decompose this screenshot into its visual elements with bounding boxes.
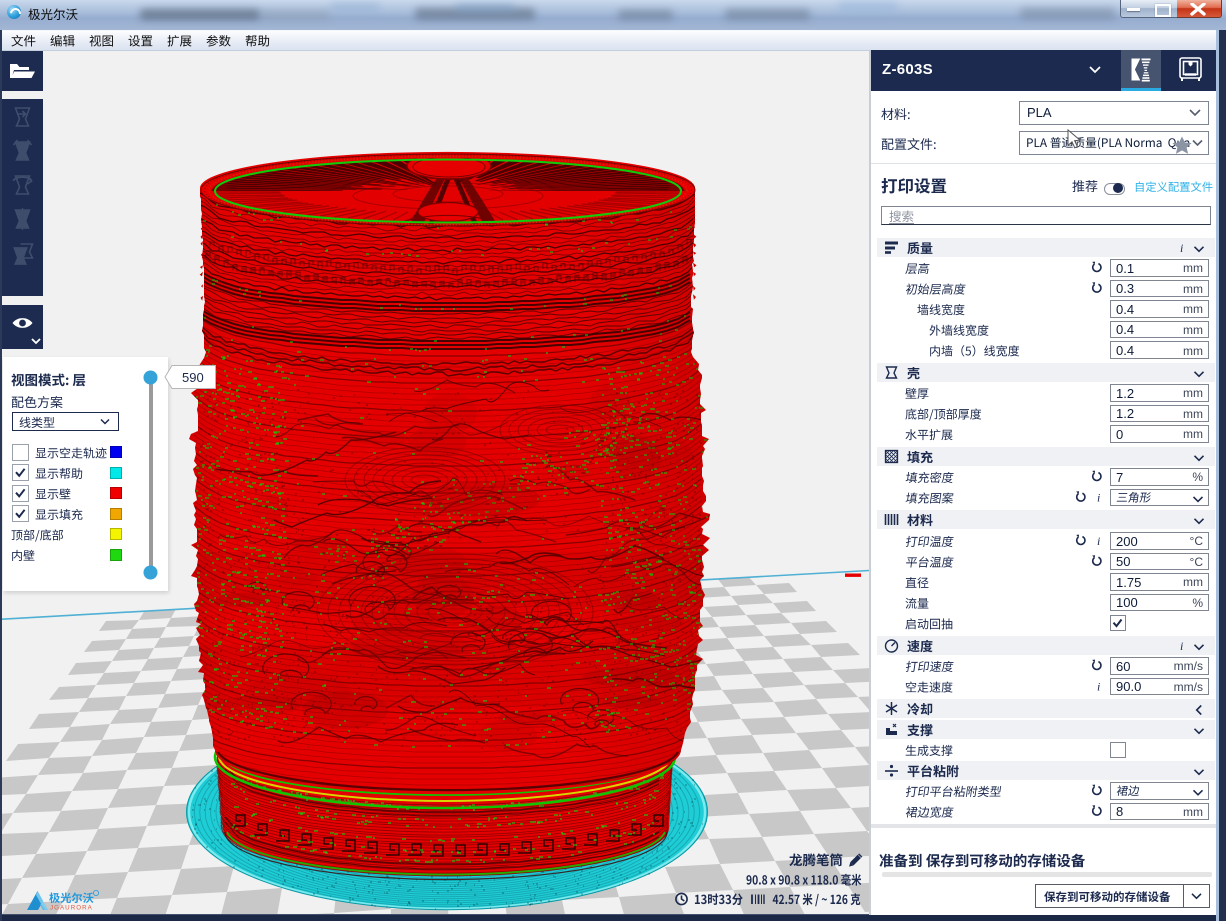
svg-text:590: 590 <box>182 370 204 385</box>
